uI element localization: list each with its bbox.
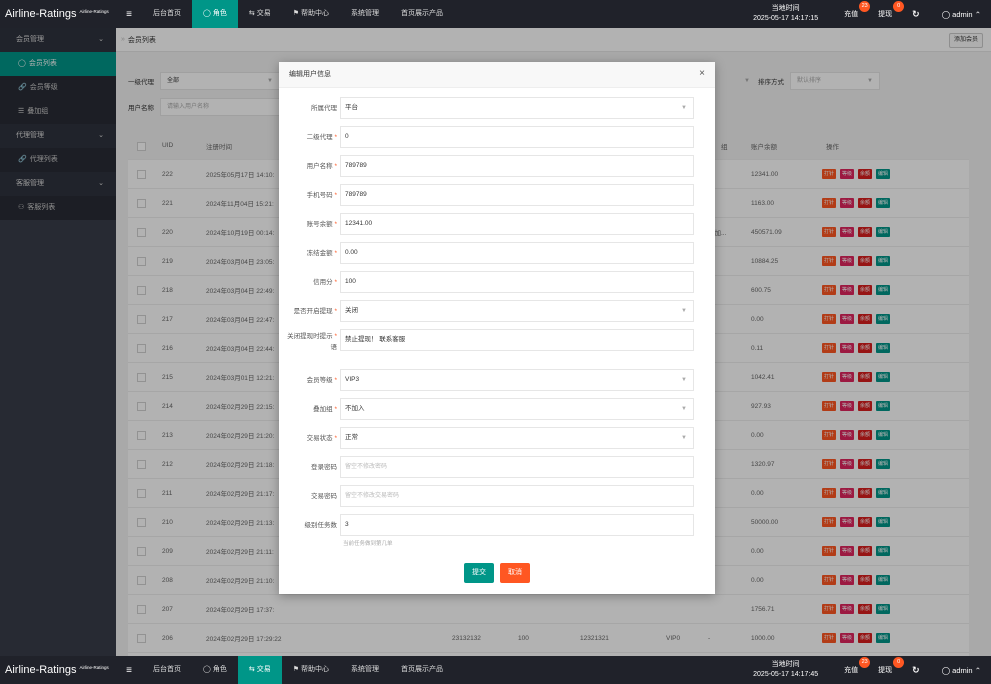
field-agent2: 二级代理 * 0 — [279, 126, 715, 148]
field-label: 交易密码 — [311, 493, 337, 500]
flag-icon: ⚑ — [292, 10, 299, 17]
local-clock: 当地时间 2025-05-17 14:17:45 — [753, 661, 819, 678]
local-clock: 当地时间 2025-05-17 14:17:15 — [753, 5, 819, 22]
frozen-field[interactable]: 0.00 — [340, 242, 694, 264]
refresh-icon[interactable]: ↻ — [902, 9, 930, 20]
field-label: 叠加组 * — [313, 406, 337, 413]
trade-status-select[interactable]: 正常 ▼ — [340, 427, 694, 449]
field-trade-pwd: 交易密码 留空不修改交易密码 — [279, 485, 715, 507]
chevron-down-icon: ▼ — [681, 377, 687, 383]
chevron-down-icon: ▼ — [681, 435, 687, 441]
user-icon: ◯ — [203, 666, 211, 673]
field-mobile: 手机号码 * 789789 — [279, 184, 715, 206]
modal-footer: 提交 取消 — [279, 552, 715, 594]
bottom-nav: 后台首页 ◯ 角色 ⇆ 交易 ⚑ 帮助中心 系统管理 首页展示产品 — [142, 656, 454, 684]
submit-button[interactable]: 提交 — [464, 563, 494, 583]
edit-user-modal: 编辑用户信息 × 所属代理 平台 ▼ 二级代理 * 0 用户名称 * 789789… — [279, 62, 715, 594]
field-label: 交易状态 * — [306, 435, 337, 442]
user-icon: ◯ — [203, 10, 211, 17]
field-withdraw-msg: 关闭提现时提示 * 语 禁止提现！ 联系客服 — [279, 329, 715, 351]
trade-password-field[interactable]: 留空不修改交易密码 — [340, 485, 694, 507]
stack-select[interactable]: 不加入 ▼ — [340, 398, 694, 420]
modal-title: 编辑用户信息 — [279, 62, 715, 88]
cancel-button[interactable]: 取消 — [500, 563, 530, 583]
balance-field[interactable]: 12341.00 — [340, 213, 694, 235]
agent2-input[interactable]: 0 — [340, 126, 694, 148]
chevron-down-icon: ▼ — [681, 308, 687, 314]
recharge-button[interactable]: 充值 23 — [834, 657, 871, 675]
field-withdraw-switch: 是否开启提现 * 关闭 ▼ — [279, 300, 715, 322]
user-menu[interactable]: ◯ admin ⌃ — [930, 666, 991, 675]
user-menu[interactable]: ◯ admin ⌃ — [930, 10, 991, 19]
field-label: 所属代理 — [311, 105, 337, 112]
menu-toggle-icon[interactable]: ≡ — [116, 9, 142, 20]
field-label: 冻结金额 * — [306, 250, 337, 257]
swap-icon: ⇆ — [248, 666, 255, 673]
withdraw-msg-field[interactable]: 禁止提现！ 联系客服 — [340, 329, 694, 351]
nav-system[interactable]: 系统管理 — [340, 656, 390, 684]
withdraw-button[interactable]: 提现 0 — [868, 1, 905, 19]
chevron-down-icon: ▼ — [681, 406, 687, 412]
logo: Airline-Ratings Airline-Ratings — [5, 664, 109, 676]
mobile-field[interactable]: 789789 — [340, 184, 694, 206]
swap-icon: ⇆ — [248, 10, 255, 17]
field-label: 会员等级 * — [306, 377, 337, 384]
chevron-up-icon: ⌃ — [974, 665, 981, 675]
field-label: 用户名称 * — [306, 163, 337, 170]
flag-icon: ⚑ — [292, 666, 299, 673]
nav-products[interactable]: 首页展示产品 — [390, 0, 454, 28]
field-task-level: 级别任务数 3 — [279, 514, 715, 536]
nav-home[interactable]: 后台首页 — [142, 656, 192, 684]
field-label: 关闭提现时提示 * 语 — [287, 333, 337, 351]
nav-system[interactable]: 系统管理 — [340, 0, 390, 28]
task-level-field[interactable]: 3 — [340, 514, 694, 536]
field-frozen: 冻结金额 * 0.00 — [279, 242, 715, 264]
chevron-down-icon: ▼ — [681, 105, 687, 111]
field-trade-status: 交易状态 * 正常 ▼ — [279, 427, 715, 449]
agent-select[interactable]: 平台 ▼ — [340, 97, 694, 119]
credit-field[interactable]: 100 — [340, 271, 694, 293]
field-label: 二级代理 * — [306, 134, 337, 141]
nav-role[interactable]: ◯ 角色 — [192, 656, 238, 684]
username-field[interactable]: 789789 — [340, 155, 694, 177]
top-navbar: Airline-Ratings Airline-Ratings ≡ 后台首页 ◯ 角… — [0, 0, 991, 28]
user-icon: ◯ — [941, 9, 953, 19]
login-password-field[interactable]: 留空不修改密码 — [340, 456, 694, 478]
nav-role[interactable]: ◯ 角色 — [192, 0, 238, 28]
refresh-icon[interactable]: ↻ — [902, 665, 930, 676]
chevron-up-icon: ⌃ — [974, 9, 981, 19]
recharge-button[interactable]: 充值 23 — [834, 1, 871, 19]
logo: Airline-Ratings Airline-Ratings — [5, 8, 109, 20]
field-label: 手机号码 * — [306, 192, 337, 199]
top-nav: 后台首页 ◯ 角色 ⇆ 交易 ⚑ 帮助中心 系统管理 首页展示产品 — [142, 0, 454, 28]
withdraw-switch-select[interactable]: 关闭 ▼ — [340, 300, 694, 322]
bottom-navbar: Airline-Ratings Airline-Ratings ≡ 后台首页 ◯ 角… — [0, 656, 991, 684]
modal-body: 所属代理 平台 ▼ 二级代理 * 0 用户名称 * 789789 手机号码 * 7… — [279, 88, 715, 552]
close-icon[interactable]: × — [699, 68, 705, 79]
nav-products[interactable]: 首页展示产品 — [390, 656, 454, 684]
field-username: 用户名称 * 789789 — [279, 155, 715, 177]
field-agent: 所属代理 平台 ▼ — [279, 97, 715, 119]
nav-help[interactable]: ⚑ 帮助中心 — [282, 0, 340, 28]
level-select[interactable]: VIP3 ▼ — [340, 369, 694, 391]
field-login-pwd: 登录密码 留空不修改密码 — [279, 456, 715, 478]
nav-trade[interactable]: ⇆ 交易 — [238, 0, 282, 28]
nav-help[interactable]: ⚑ 帮助中心 — [282, 656, 340, 684]
field-credit: 信用分 * 100 — [279, 271, 715, 293]
user-icon: ◯ — [941, 665, 953, 675]
task-level-hint: 当前任务做到第几单 — [343, 541, 393, 547]
field-balance: 账号余额 * 12341.00 — [279, 213, 715, 235]
nav-home[interactable]: 后台首页 — [142, 0, 192, 28]
withdraw-button[interactable]: 提现 0 — [868, 657, 905, 675]
field-label: 登录密码 — [311, 464, 337, 471]
field-stack: 叠加组 * 不加入 ▼ — [279, 398, 715, 420]
menu-toggle-icon[interactable]: ≡ — [116, 665, 142, 676]
field-label: 级别任务数 — [304, 522, 338, 529]
field-label: 账号余额 * — [306, 221, 337, 228]
nav-trade[interactable]: ⇆ 交易 — [237, 656, 282, 684]
field-level: 会员等级 * VIP3 ▼ — [279, 369, 715, 391]
field-label: 信用分 * — [313, 279, 337, 286]
field-label: 是否开启提现 * — [293, 308, 337, 315]
